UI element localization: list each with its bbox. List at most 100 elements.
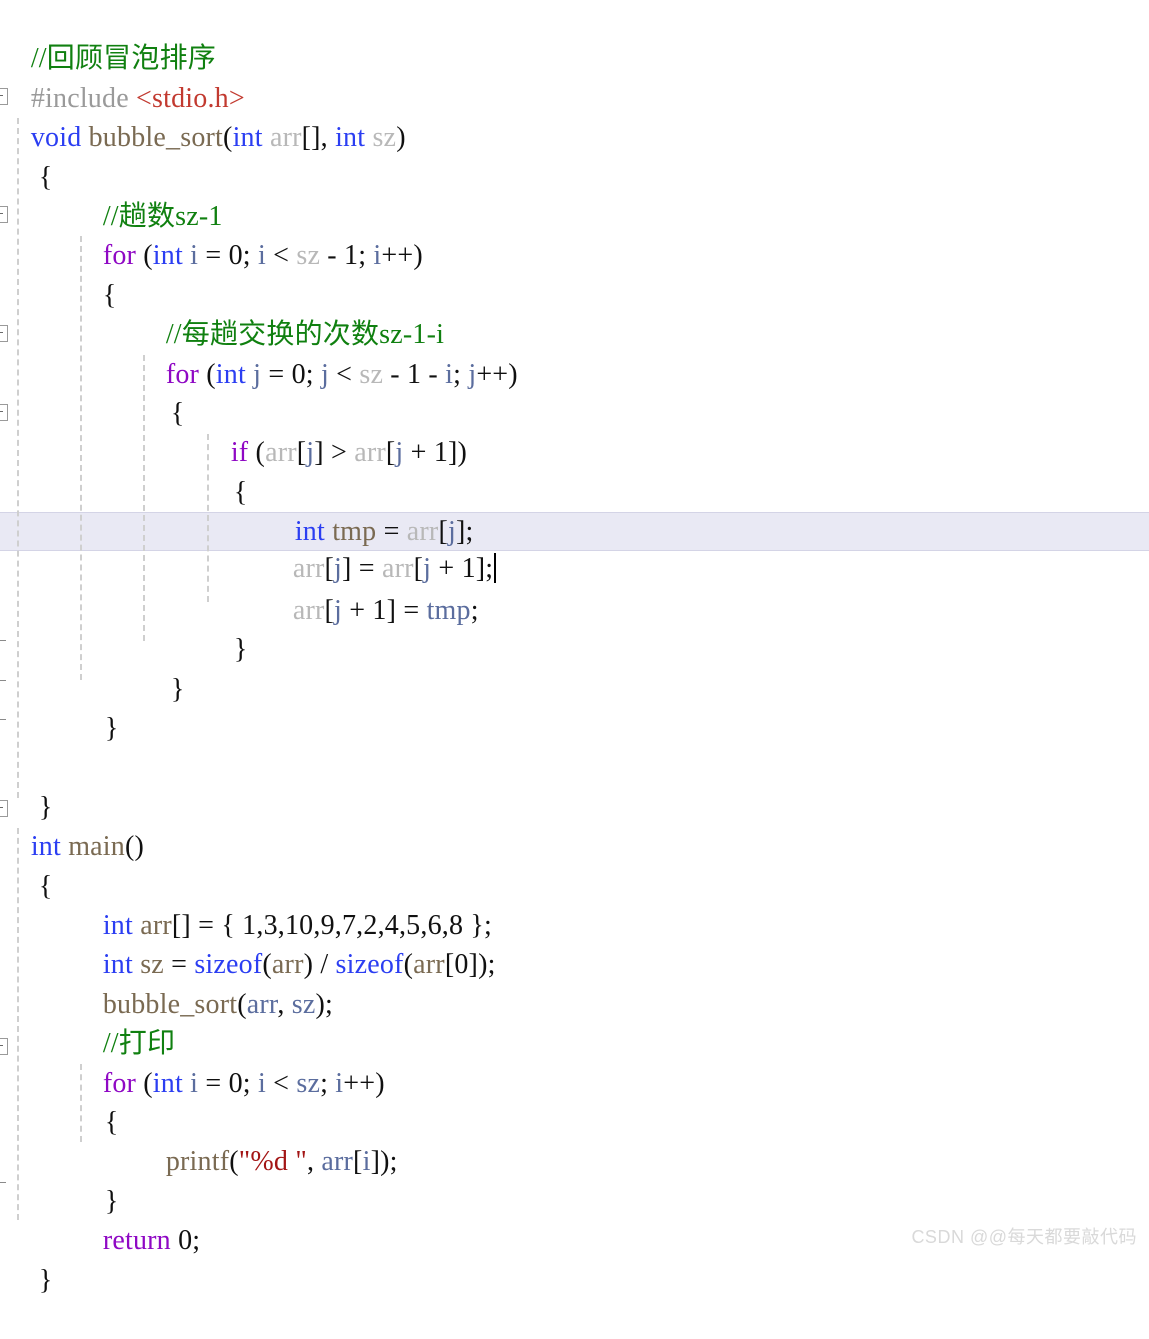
function-name-bubble-sort: bubble_sort [88,122,224,154]
indent-guide-4 [207,434,209,602]
keyword-int: int [102,949,133,981]
comma: , [277,988,285,1020]
operator-increment: ++) [476,358,518,390]
brace-close: } [38,1264,53,1296]
number-one: 1 [433,437,449,469]
brackets: [] [171,910,191,941]
include-path-token: <stdio.h> [136,82,245,114]
operator-assign: = [383,516,400,548]
comma: , [306,1146,315,1178]
fold-marker-if[interactable] [0,404,8,421]
paren-close: ) [303,949,314,981]
function-name-main: main [68,831,125,863]
bracket-paren-close-semicolon: ]); [370,1146,398,1178]
semicolon: ; [192,1225,201,1257]
fold-marker-for-j[interactable] [0,325,8,342]
operator-assign: = [268,358,285,390]
fold-marker-for-i[interactable] [0,206,8,223]
brace-open: { [38,870,53,902]
code-line[interactable]: int tmp = arr[j]; [0,473,1149,547]
bracket-close-semicolon: ]; [455,516,474,548]
keyword-int: int [215,358,246,390]
keyword-int: int [102,910,133,941]
code-line[interactable]: //每趟交换的次数sz-1-i [0,276,1149,350]
param-arr: arr [269,122,302,154]
bracket-open: [ [353,1146,363,1178]
bracket-open: [ [324,553,335,585]
param-sz: sz [296,240,321,272]
code-line[interactable]: return 0; [0,1182,1149,1256]
bracket-open: [ [296,437,307,469]
keyword-int: int [30,831,61,863]
variable-arr: arr [271,949,304,981]
paren-open: ( [237,988,247,1020]
operator-lt: < [273,1067,290,1099]
operator-increment: ++) [343,1067,385,1099]
param-arr: arr [381,553,414,585]
fold-marker-for-print[interactable] [0,1038,8,1055]
fold-connector-3 [0,719,6,720]
code-line[interactable]: } [0,630,1149,705]
variable-j: j [334,594,343,626]
number-one: 1 [407,358,422,390]
bracket-close-semicolon: ]; [475,553,494,585]
bracket-paren-close: ]) [448,437,468,469]
paren-close: ) [396,122,406,154]
operator-lt: < [273,240,290,272]
text-caret [494,553,497,584]
bracket-open: [ [413,553,424,585]
operator-assign: = [198,910,215,941]
keyword-sizeof: sizeof [335,949,404,981]
param-sz: sz [359,358,384,390]
operator-plus: + [438,553,455,585]
semicolon: ; [358,240,367,272]
semicolon: ; [470,594,479,626]
variable-i: i [257,1067,266,1099]
variable-i: i [190,240,199,272]
code-line[interactable]: } [0,748,1149,823]
keyword-int: int [152,1067,183,1099]
code-line[interactable]: arr[j + 1] = tmp; [0,551,1149,626]
code-line[interactable]: printf("%d ", arr[i]); [0,1103,1149,1177]
brace-close: } [38,791,53,823]
keyword-if: if [230,437,249,469]
comment-token: //打印 [102,1028,176,1060]
fold-connector-4 [0,1182,6,1183]
fold-marker-bubble-sort[interactable] [0,88,8,105]
variable-sz: sz [291,988,316,1020]
keyword-int: int [335,122,366,154]
semicolon: ; [453,358,462,390]
code-line[interactable]: int arr[] = { 1,3,10,9,7,2,4,5,6,8 }; [0,867,1149,941]
code-line-blank[interactable] [0,709,1149,748]
code-line-current[interactable]: arr[j] = arr[j + 1]; [0,512,1149,584]
brace-open: { [233,476,248,508]
variable-j: j [423,553,432,585]
semicolon: ; [320,1067,329,1099]
variable-i: i [362,1146,371,1178]
semicolon: ; [242,1067,251,1099]
parens: () [124,831,145,863]
fold-marker-main[interactable] [0,800,8,817]
code-line[interactable]: { [0,827,1149,902]
csdn-watermark: CSDN @@每天都要敲代码 [911,1227,1137,1247]
code-line[interactable]: { [0,433,1149,508]
number-zero: 0 [228,240,243,272]
code-editor-surface[interactable]: //回顾冒泡排序 #include <stdio.h> void bubble_… [0,0,1149,1296]
code-line[interactable]: int main() [0,788,1149,862]
variable-tmp: tmp [426,594,471,626]
operator-minus: - [390,358,400,390]
paren-open: ( [229,1146,239,1178]
variable-j: j [253,358,262,390]
param-arr: arr [292,553,325,585]
code-line[interactable]: //回顾冒泡排序 [0,0,1149,74]
variable-tmp: tmp [332,516,377,548]
variable-arr: arr [413,949,445,981]
operator-lt: < [336,358,353,390]
code-line[interactable]: //趟数sz-1 [0,158,1149,232]
keyword-int: int [232,122,263,154]
variable-sz: sz [296,1067,321,1099]
paren-open: ( [223,122,233,154]
code-line[interactable]: } [0,591,1149,665]
variable-j: j [395,437,404,469]
